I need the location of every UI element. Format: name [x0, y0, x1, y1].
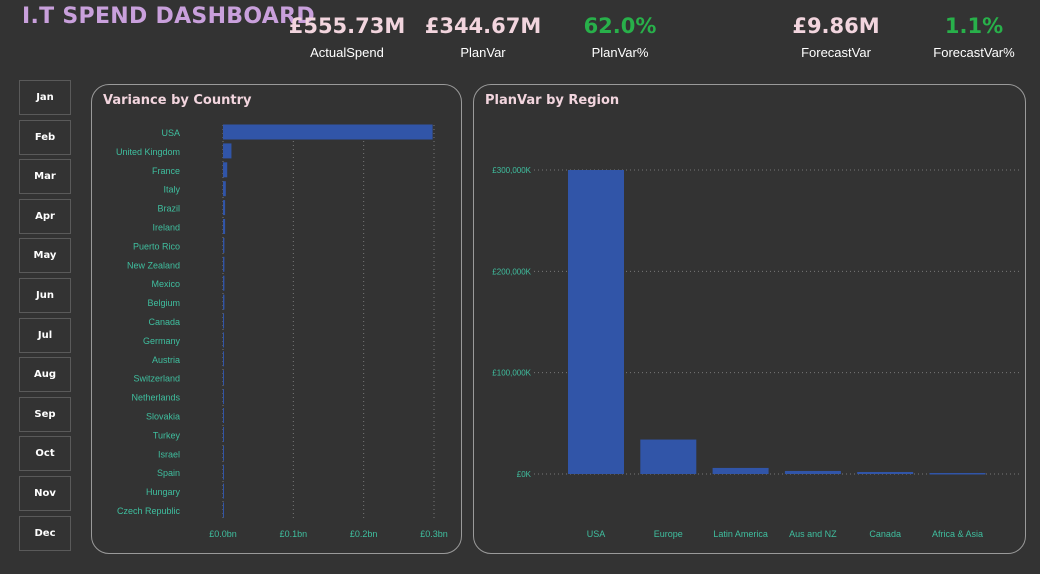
- y-tick-label: £200,000K: [492, 267, 531, 276]
- bar: [568, 170, 624, 474]
- bar: [223, 237, 225, 253]
- month-button-may[interactable]: May: [19, 238, 71, 274]
- bar: [223, 275, 225, 291]
- kpi-label: PlanVar: [460, 45, 506, 60]
- bar: [223, 143, 232, 159]
- kpi-label: ActualSpend: [310, 45, 384, 60]
- category-label: Italy: [163, 185, 180, 195]
- category-label: Czech Republic: [117, 506, 181, 516]
- x-tick-label: £0.0bn: [209, 529, 237, 539]
- category-label: Ireland: [152, 223, 180, 233]
- bar: [223, 426, 224, 442]
- category-label: New Zealand: [127, 260, 180, 270]
- region-planvar-panel: PlanVar by Region £0K £100,000K £200,000K £…: [473, 84, 1026, 554]
- bar: [223, 332, 224, 348]
- category-label: Germany: [143, 336, 181, 346]
- category-label: Puerto Rico: [133, 241, 180, 251]
- x-tick-label: Canada: [869, 529, 901, 539]
- bar: [223, 162, 228, 178]
- kpi-label: ForecastVar%: [933, 45, 1015, 60]
- x-tick-label: £0.1bn: [280, 529, 308, 539]
- category-label: Austria: [152, 355, 180, 365]
- month-button-jan[interactable]: Jan: [19, 80, 71, 115]
- bar: [223, 200, 226, 216]
- x-tick-label: Africa & Asia: [932, 529, 983, 539]
- kpi-value: 1.1%: [944, 14, 1004, 38]
- bar: [223, 445, 224, 461]
- category-label: Belgium: [147, 298, 180, 308]
- bar: [929, 472, 986, 475]
- bar: [223, 408, 224, 423]
- kpi-value: £344.67M: [424, 14, 542, 38]
- bar: [223, 370, 224, 386]
- month-button-aug[interactable]: Aug: [19, 357, 71, 393]
- month-button-nov[interactable]: Nov: [19, 476, 71, 511]
- kpi-plan-var: £344.67M PlanVar: [418, 14, 548, 60]
- bar: [223, 389, 224, 405]
- month-button-sep[interactable]: Sep: [19, 396, 71, 432]
- bar: [640, 439, 697, 474]
- kpi-forecast-var: £9.86M ForecastVar: [771, 14, 901, 60]
- category-label: Spain: [157, 468, 180, 478]
- y-tick-label: £100,000K: [492, 369, 531, 378]
- category-label: Israel: [158, 449, 180, 459]
- bar: [223, 464, 224, 480]
- category-label: Slovakia: [146, 412, 180, 422]
- dashboard-title: I.T SPEND DASHBOARD: [22, 4, 315, 29]
- month-button-jul[interactable]: Jul: [19, 317, 71, 353]
- month-button-dec[interactable]: Dec: [19, 515, 71, 551]
- category-label: Hungary: [146, 487, 181, 497]
- month-button-mar[interactable]: Mar: [19, 159, 71, 195]
- x-tick-label: Aus and NZ: [789, 529, 837, 539]
- bar: [223, 294, 225, 310]
- kpi-actual-spend: £555.73M ActualSpend: [282, 14, 412, 60]
- bar: [223, 256, 225, 272]
- y-tick-label: £0K: [517, 470, 532, 479]
- month-button-apr[interactable]: Apr: [19, 198, 71, 234]
- month-button-jun[interactable]: Jun: [19, 278, 71, 313]
- category-label: Turkey: [153, 430, 181, 440]
- bar: [712, 467, 769, 474]
- x-tick-label: £0.3bn: [420, 529, 448, 539]
- kpi-label: PlanVar%: [591, 45, 649, 60]
- x-tick-label: Latin America: [713, 529, 768, 539]
- category-label: Brazil: [157, 204, 180, 214]
- category-label: France: [152, 166, 180, 176]
- country-variance-chart: £0.0bn £0.1bn £0.2bn £0.3bn USA United Kingdo…: [116, 124, 448, 539]
- kpi-value: £9.86M: [792, 14, 880, 38]
- bar: [223, 124, 433, 140]
- x-tick-label: USA: [587, 529, 606, 539]
- bar: [223, 181, 226, 197]
- bar: [784, 470, 841, 474]
- bar: [223, 219, 226, 234]
- x-tick-label: Europe: [654, 529, 683, 539]
- category-label: Mexico: [151, 279, 180, 289]
- bar: [223, 502, 224, 518]
- category-label: Canada: [148, 317, 180, 327]
- kpi-forecast-var-pct: 1.1% ForecastVar%: [909, 14, 1039, 60]
- bar: [857, 471, 914, 474]
- bar: [223, 483, 224, 499]
- kpi-label: ForecastVar: [801, 45, 871, 60]
- category-label: United Kingdom: [116, 147, 180, 157]
- month-button-oct[interactable]: Oct: [19, 436, 71, 472]
- bar: [223, 313, 225, 329]
- category-label: Switzerland: [133, 374, 180, 384]
- region-planvar-chart: £0K £100,000K £200,000K £300,000K USA Europe L…: [492, 166, 1019, 539]
- category-label: Netherlands: [131, 393, 180, 403]
- country-variance-panel: Variance by Country £0.0bn £0.1bn £0.2bn £0…: [91, 84, 462, 554]
- bar: [223, 351, 224, 367]
- kpi-plan-var-pct: 62.0% PlanVar%: [555, 14, 685, 60]
- kpi-value: 62.0%: [583, 14, 657, 38]
- kpi-value: £555.73M: [288, 14, 406, 38]
- y-tick-label: £300,000K: [492, 166, 531, 175]
- x-tick-label: £0.2bn: [350, 529, 378, 539]
- category-label: USA: [161, 128, 180, 138]
- month-button-feb[interactable]: Feb: [19, 119, 71, 155]
